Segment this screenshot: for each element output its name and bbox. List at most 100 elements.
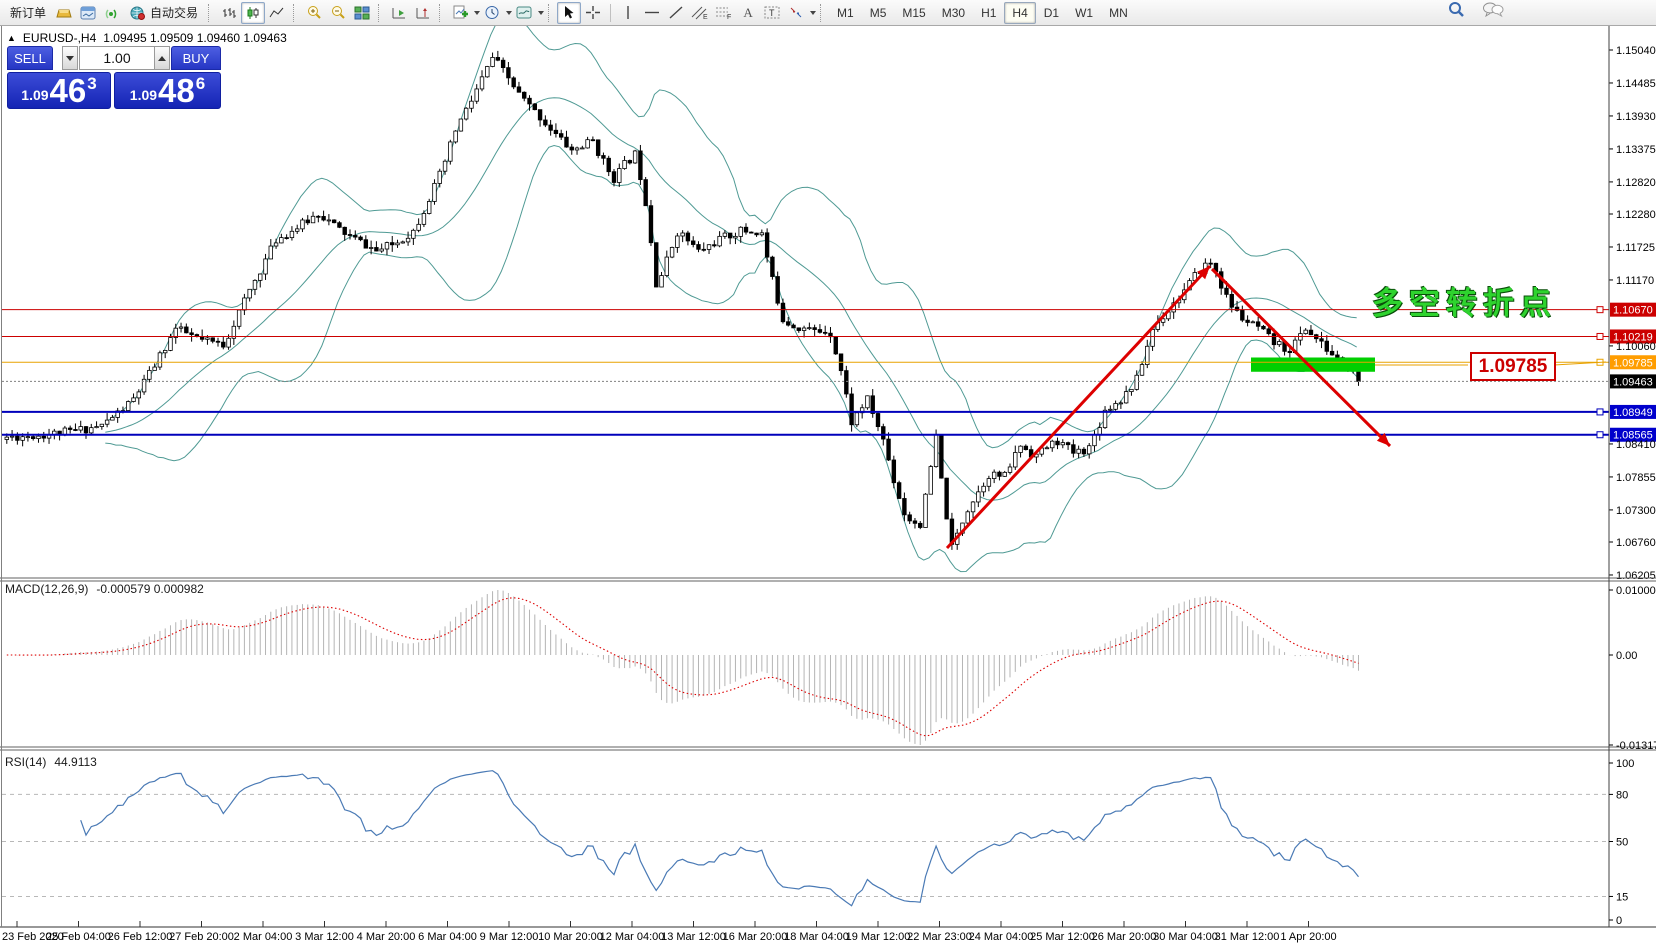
cursor-tool-icon[interactable] <box>557 2 581 24</box>
period-clock-icon[interactable] <box>480 2 504 24</box>
candlestick-chart-type-icon[interactable] <box>241 2 265 24</box>
turning-point-annotation[interactable]: 多空转折点 <box>1372 278 1557 323</box>
svg-text:1.09785: 1.09785 <box>1613 357 1653 369</box>
gold-ingot-icon[interactable] <box>52 2 76 24</box>
fibonacci-tool-icon[interactable]: F <box>712 2 736 24</box>
auto-scroll-icon[interactable] <box>387 2 411 24</box>
time-axis[interactable]: 23 Feb 202025 Feb 04:0026 Feb 12:0027 Fe… <box>2 921 1337 943</box>
arrows-tool-icon[interactable] <box>784 2 808 24</box>
sell-price-prefix: 1.09 <box>21 87 48 103</box>
timeframe-h4[interactable]: H4 <box>1004 2 1035 24</box>
arrows-dropdown[interactable] <box>810 11 816 15</box>
bar-chart-type-icon[interactable] <box>217 2 241 24</box>
svg-text:1.13930: 1.13930 <box>1616 111 1656 123</box>
chat-icon[interactable] <box>1482 1 1504 21</box>
svg-text:1.07300: 1.07300 <box>1616 505 1656 517</box>
candles-layer <box>5 51 1360 550</box>
zoom-out-icon[interactable] <box>326 2 350 24</box>
svg-text:1.07855: 1.07855 <box>1616 472 1656 484</box>
chart-shift-icon[interactable] <box>411 2 435 24</box>
template-dropdown[interactable] <box>538 11 544 15</box>
timeframe-d1[interactable]: D1 <box>1036 2 1067 24</box>
tile-windows-icon[interactable] <box>350 2 374 24</box>
svg-text:1.14485: 1.14485 <box>1616 78 1656 90</box>
zoom-in-icon[interactable] <box>302 2 326 24</box>
search-icon[interactable] <box>1448 1 1466 21</box>
svg-text:16 Mar 20:00: 16 Mar 20:00 <box>723 931 788 943</box>
pane-separators[interactable] <box>0 26 1656 927</box>
auto-trading-label: 自动交易 <box>150 4 198 21</box>
timeframe-w1[interactable]: W1 <box>1067 2 1101 24</box>
sell-button[interactable]: SELL <box>7 46 53 70</box>
timeframe-m1[interactable]: M1 <box>829 2 862 24</box>
svg-text:1 Apr 20:00: 1 Apr 20:00 <box>1280 931 1336 943</box>
svg-text:1.10060: 1.10060 <box>1616 341 1656 353</box>
crosshair-tool-icon[interactable] <box>581 2 605 24</box>
svg-text:6 Mar 04:00: 6 Mar 04:00 <box>418 931 477 943</box>
svg-text:1.12820: 1.12820 <box>1616 177 1656 189</box>
label-letter: T <box>769 8 775 18</box>
svg-text:26 Feb 12:00: 26 Feb 12:00 <box>108 931 173 943</box>
new-order-button[interactable]: 新订单 <box>4 3 52 23</box>
svg-text:1.06205: 1.06205 <box>1616 570 1656 582</box>
svg-text:25 Feb 04:00: 25 Feb 04:00 <box>46 931 111 943</box>
text-label-tool-icon[interactable]: T <box>760 2 784 24</box>
trend-arrows[interactable] <box>947 266 1390 548</box>
timeframe-mn[interactable]: MN <box>1101 2 1136 24</box>
buy-price-box[interactable]: 1.09 48 6 <box>114 72 221 109</box>
rsi-value: 44.9113 <box>54 755 97 769</box>
sell-price-box[interactable]: 1.09 46 3 <box>7 72 111 109</box>
text-tool-icon[interactable]: A <box>736 2 760 24</box>
timeframe-m30[interactable]: M30 <box>934 2 973 24</box>
svg-text:100: 100 <box>1616 758 1634 770</box>
macd-values: -0.000579 0.000982 <box>96 582 203 596</box>
template-icon[interactable] <box>512 2 536 24</box>
svg-text:22 Mar 23:00: 22 Mar 23:00 <box>907 931 972 943</box>
timeframe-m15[interactable]: M15 <box>894 2 933 24</box>
trendline-tool-icon[interactable] <box>664 2 688 24</box>
svg-text:31 Mar 12:00: 31 Mar 12:00 <box>1215 931 1280 943</box>
terminal-window-icon[interactable] <box>76 2 100 24</box>
level-handle <box>1597 307 1603 313</box>
add-indicator-icon[interactable] <box>448 2 472 24</box>
svg-text:19 Mar 12:00: 19 Mar 12:00 <box>846 931 911 943</box>
rsi-name: RSI(14) <box>5 755 46 769</box>
macd-name: MACD(12,26,9) <box>5 582 88 596</box>
line-chart-type-icon[interactable] <box>265 2 289 24</box>
svg-text:4 Mar 20:00: 4 Mar 20:00 <box>357 931 416 943</box>
vertical-line-tool-icon[interactable] <box>616 2 640 24</box>
level-lines[interactable]: 1.106701.102191.097851.089491.08565 <box>2 303 1656 442</box>
auto-trading-button[interactable]: 自动交易 <box>124 3 204 23</box>
timeframe-h1[interactable]: H1 <box>973 2 1004 24</box>
buy-button[interactable]: BUY <box>171 46 221 70</box>
svg-text:27 Feb 20:00: 27 Feb 20:00 <box>169 931 234 943</box>
chart-canvas[interactable]: 1.106701.102191.097851.089491.085651.094… <box>0 26 1656 944</box>
rsi-indicator-label: RSI(14) 44.9113 <box>5 755 97 769</box>
sell-button-label: SELL <box>14 51 46 66</box>
sell-price-big: 46 <box>50 76 87 106</box>
one-click-trading-panel: SELL BUY 1.09 46 3 1.09 48 6 <box>7 46 221 109</box>
signal-icon[interactable] <box>100 2 124 24</box>
rsi-levels: 1008050150 <box>2 758 1634 927</box>
timeframe-m5[interactable]: M5 <box>862 2 895 24</box>
channel-tool-icon[interactable]: E <box>688 2 712 24</box>
volume-input[interactable] <box>79 46 155 70</box>
volume-decrease-button[interactable] <box>62 46 78 70</box>
macd-axis[interactable]: 0.0100020.00-0.013171 <box>1609 585 1656 752</box>
price-callout-box[interactable]: 1.09785 <box>1470 352 1556 381</box>
svg-text:2 Mar 04:00: 2 Mar 04:00 <box>234 931 293 943</box>
new-order-label: 新订单 <box>10 4 46 21</box>
svg-text:80: 80 <box>1616 789 1628 801</box>
buy-price-sup: 6 <box>196 74 205 94</box>
level-handle <box>1597 409 1603 415</box>
spinner-up-icon <box>158 56 166 61</box>
svg-text:30 Mar 04:00: 30 Mar 04:00 <box>1153 931 1218 943</box>
svg-text:1.09463: 1.09463 <box>1613 376 1653 388</box>
bollinger-middle <box>105 98 1356 501</box>
auto-trading-icon <box>130 6 146 20</box>
svg-text:18 Mar 04:00: 18 Mar 04:00 <box>784 931 849 943</box>
horizontal-line-tool-icon[interactable] <box>640 2 664 24</box>
volume-increase-button[interactable] <box>154 46 170 70</box>
level-handle <box>1597 432 1603 438</box>
buy-price-prefix: 1.09 <box>130 87 157 103</box>
